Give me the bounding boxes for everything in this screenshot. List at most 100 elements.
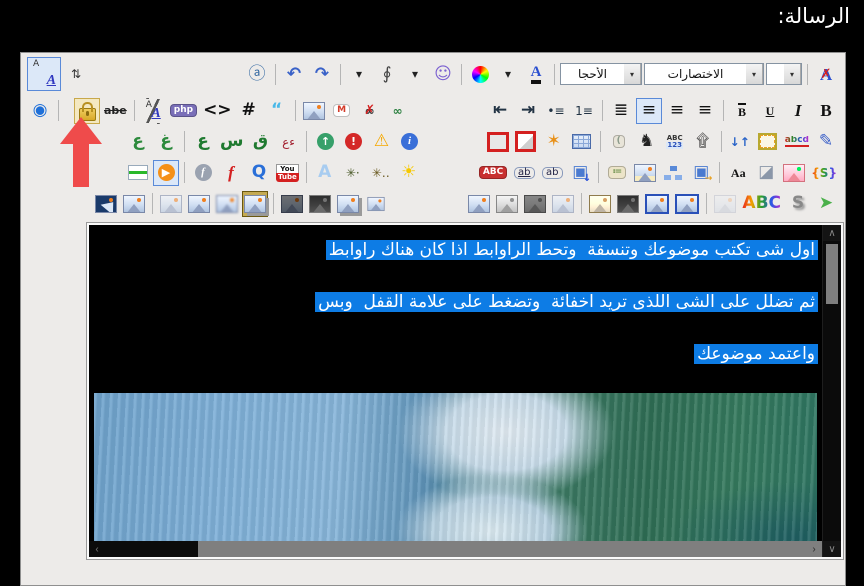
align-right-button[interactable]: ≡ xyxy=(692,98,718,124)
upload-button[interactable]: ↑ xyxy=(312,129,338,155)
image-pale2-button[interactable] xyxy=(550,191,576,217)
abc-colored-button[interactable]: ABC xyxy=(740,191,783,217)
lock-button[interactable] xyxy=(74,98,100,124)
quote-button[interactable]: “ xyxy=(264,98,290,124)
ab-button[interactable]: ab xyxy=(539,160,565,186)
bullet-list-button[interactable]: •≡ xyxy=(543,98,569,124)
bbcode-s-button[interactable]: {S} xyxy=(809,160,839,186)
smiley-button[interactable]: ☺ xyxy=(430,61,456,87)
image-small-button[interactable] xyxy=(363,191,389,217)
image-blur-button[interactable] xyxy=(214,191,240,217)
extra-combo[interactable]: ▾ xyxy=(766,63,802,85)
outdent-button[interactable]: ⇤ xyxy=(487,98,513,124)
attachment-dropdown-caret[interactable]: ▾ xyxy=(402,61,428,87)
font-size-combo-caret-icon[interactable]: ▾ xyxy=(624,64,641,84)
extra-combo-caret-icon[interactable]: ▾ xyxy=(784,64,801,84)
numbered-list-button[interactable]: 1≡ xyxy=(571,98,597,124)
sort-arrows-button[interactable]: ↓↑ xyxy=(727,129,753,155)
link-button[interactable]: ∞ xyxy=(385,98,411,124)
image-black-button[interactable] xyxy=(522,191,548,217)
embedded-painting-image[interactable] xyxy=(94,393,817,541)
image-envelope-button[interactable] xyxy=(615,191,641,217)
window-insert-button[interactable]: ▣↓ xyxy=(567,160,593,186)
translate-icon[interactable]: ⓐ xyxy=(244,61,270,87)
editor-mode-button[interactable]: AA xyxy=(27,57,61,91)
marquee-alt-button[interactable]: ✳‥ xyxy=(368,160,394,186)
font-style-button[interactable]: AA xyxy=(140,98,166,124)
image-shadow-button[interactable] xyxy=(335,191,361,217)
image-pale-button[interactable] xyxy=(158,191,184,217)
image-normal-button[interactable] xyxy=(186,191,212,217)
speaker-button[interactable]: ◉ xyxy=(27,98,53,124)
font-size-combo[interactable]: ▾الأحجا xyxy=(560,63,642,85)
image-ghost-button[interactable] xyxy=(712,191,738,217)
image-selected-button[interactable] xyxy=(242,191,268,217)
warning-button[interactable]: ⚠ xyxy=(368,129,394,155)
marquee-button[interactable]: ✳· xyxy=(340,160,366,186)
abc-badge-button[interactable]: ABC xyxy=(477,160,509,186)
image-blue2-button[interactable] xyxy=(673,191,701,217)
info-button[interactable]: i xyxy=(396,129,422,155)
spell-number-button[interactable]: ABC123 xyxy=(662,129,688,155)
table-button[interactable] xyxy=(569,129,595,155)
shortcuts-combo-caret-icon[interactable]: ▾ xyxy=(746,64,763,84)
email-button[interactable]: M xyxy=(329,98,355,124)
sparkle-button[interactable]: ☀ xyxy=(396,160,422,186)
dashed-box-button[interactable] xyxy=(755,129,781,155)
knight-button[interactable]: ♞ xyxy=(634,129,660,155)
s-shadow-button[interactable]: S xyxy=(785,191,811,217)
italic-button[interactable]: I xyxy=(785,98,811,124)
code-button[interactable]: <> xyxy=(201,98,234,124)
image-normal3-button[interactable] xyxy=(466,191,492,217)
arabic-small-button[interactable]: ءع xyxy=(275,129,301,155)
bold-button[interactable]: B xyxy=(813,98,839,124)
vertical-scrollbar[interactable]: ∧ ∨ xyxy=(822,225,841,557)
scroll-up-button[interactable]: ∧ xyxy=(823,225,841,241)
flash-alt-button[interactable]: f xyxy=(218,160,244,186)
border-button[interactable] xyxy=(485,129,511,155)
attachment-button[interactable]: ∮ xyxy=(374,61,400,87)
cursor-select-button[interactable]: ➤ xyxy=(813,191,839,217)
remove-format-button[interactable]: A✗ xyxy=(813,61,839,87)
insert-image-button[interactable] xyxy=(301,98,327,124)
image-gold-button[interactable] xyxy=(587,191,613,217)
arabic-seen-button[interactable]: س xyxy=(218,129,245,155)
signature-button[interactable]: ✎ xyxy=(813,129,839,155)
align-center-button[interactable]: ≡ xyxy=(636,98,662,124)
toolbar-collapse-button[interactable]: ⇅ xyxy=(63,61,89,87)
shortcuts-combo[interactable]: ▾الاختصارات xyxy=(644,63,764,85)
underline-button[interactable]: U xyxy=(757,98,783,124)
magic-wand-button[interactable]: ✶ xyxy=(541,129,567,155)
scroll-left-button[interactable]: ‹ xyxy=(89,541,105,557)
image-grey-button[interactable] xyxy=(494,191,520,217)
abcd-colors-button[interactable]: abcd xyxy=(783,129,811,155)
horizontal-scrollbar[interactable]: ‹ › xyxy=(89,541,822,557)
youtube-button[interactable]: YouTube xyxy=(274,160,301,186)
page-border-button[interactable] xyxy=(513,129,539,155)
horizontal-scrollbar-thumb[interactable]: › xyxy=(198,541,822,557)
arabic-ghain-button[interactable]: غ xyxy=(153,129,179,155)
image-plain-button[interactable] xyxy=(121,191,147,217)
unlink-button[interactable]: ∞✗ xyxy=(357,98,383,124)
quote-page-button[interactable]: ( xyxy=(606,129,632,155)
php-button[interactable]: php xyxy=(168,98,199,124)
image-note-button[interactable] xyxy=(632,160,658,186)
vertical-scrollbar-thumb[interactable] xyxy=(826,244,838,304)
image-dark-button[interactable] xyxy=(279,191,305,217)
align-left-button[interactable]: ≡ xyxy=(664,98,690,124)
undo-dropdown-caret[interactable]: ▾ xyxy=(346,61,372,87)
arabic-ain-button[interactable]: ع xyxy=(125,129,151,155)
bold-over-button[interactable]: B xyxy=(729,98,755,124)
font-color-button[interactable]: A xyxy=(523,61,549,87)
arabic-qaf-button[interactable]: ق xyxy=(247,129,273,155)
redo-button[interactable]: ↷ xyxy=(309,61,335,87)
stop-button[interactable]: ! xyxy=(340,129,366,155)
flip-image-button[interactable] xyxy=(93,191,119,217)
indent-button[interactable]: ⇥ xyxy=(515,98,541,124)
scroll-right-button[interactable]: › xyxy=(806,541,822,557)
mosque-button[interactable]: ۩ xyxy=(690,129,716,155)
hash-button[interactable]: # xyxy=(236,98,262,124)
org-chart-button[interactable] xyxy=(660,160,686,186)
photo-adjust-button[interactable] xyxy=(781,160,807,186)
image-blue-button[interactable] xyxy=(643,191,671,217)
